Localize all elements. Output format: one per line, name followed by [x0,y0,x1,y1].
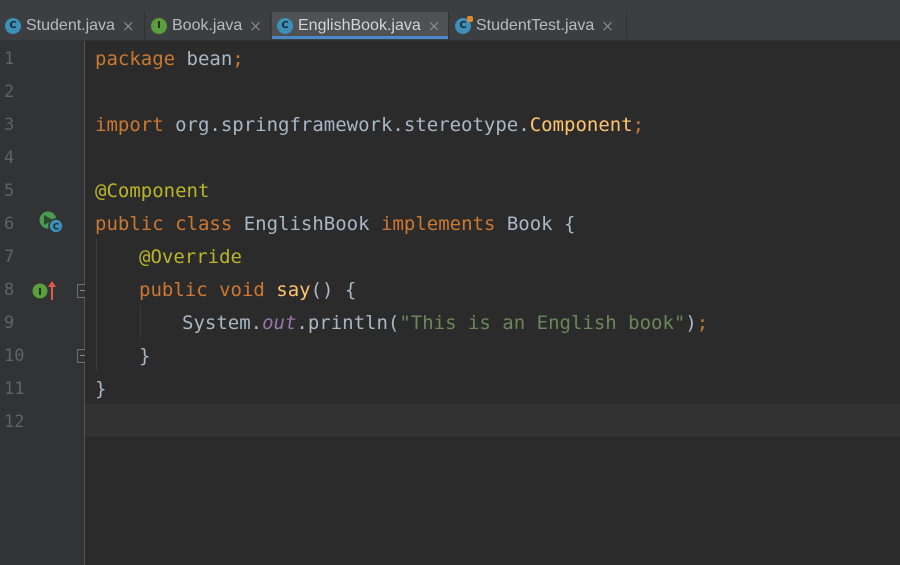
svg-text:C: C [53,223,60,233]
import-path: org.springframework.stereotype. [163,114,530,136]
interface-name: Book [495,213,553,235]
method-signature: () { [310,279,357,301]
editor-tab-bar: C Student.java × I Book.java × C English… [0,0,900,41]
line-number: 9 [4,313,15,333]
imported-class: Component [529,114,633,136]
method-name: say [264,279,311,301]
method-call: .println( [296,312,400,334]
code-line-8: public void say() { [139,274,356,307]
keyword: public [95,213,164,235]
code-line-10: } [139,340,150,373]
line-number: 12 [4,412,25,432]
code-line-9: System.out.println("This is an English b… [182,307,708,340]
keyword: public [139,279,208,301]
current-line-highlight [85,404,900,437]
static-field: out [262,312,297,334]
tab-englishbook-java[interactable]: C EnglishBook.java × [272,12,449,39]
line-number: 8 [4,280,15,300]
line-number: 2 [4,82,15,102]
close-icon[interactable]: × [122,17,135,35]
code-line-7: @Override [139,241,242,274]
tab-student-java[interactable]: C Student.java × [0,12,145,39]
semicolon: ; [632,114,645,136]
tab-label: EnglishBook.java [298,16,421,34]
implements-method-icon[interactable]: I [31,278,59,304]
semicolon: ; [696,312,709,334]
tab-studenttest-java[interactable]: C StudentTest.java × [450,12,627,39]
svg-text:I: I [38,287,42,298]
close-icon[interactable]: × [601,17,614,35]
line-number: 5 [4,181,15,201]
tab-label: StudentTest.java [476,16,595,34]
interface-file-icon: I [151,17,167,34]
line-number: 4 [4,148,15,168]
keyword: package [95,48,176,70]
editor-gutter[interactable]: 1 2 3 4 5 6 7 8 9 10 11 12 C I [0,41,91,565]
brace: { [552,213,576,235]
line-number: 6 [4,214,15,234]
tab-label: Book.java [172,16,243,34]
code-line-6: public class EnglishBook implements Book… [95,208,576,241]
paren: ) [685,312,697,334]
line-number: 3 [4,115,15,135]
tab-label: Student.java [26,16,115,34]
code-line-5: @Component [95,175,209,208]
indent-guide [96,239,97,371]
class-file-icon: C [5,17,21,34]
code-line-11: } [95,373,106,406]
keyword: class [163,213,233,235]
tab-book-java[interactable]: I Book.java × [146,12,271,39]
run-class-icon[interactable]: C [38,210,66,236]
test-class-file-icon: C [455,15,473,34]
annotation: @Component [95,180,210,202]
brace: } [139,345,151,367]
code-editor[interactable]: package bean; import org.springframework… [85,41,900,565]
identifier: bean [175,48,233,70]
brace: } [95,378,107,400]
class-ref: System. [182,312,263,334]
keyword: void [207,279,265,301]
line-number: 10 [4,346,25,366]
line-number: 7 [4,247,15,267]
line-number: 11 [4,379,25,399]
line-number: 1 [4,49,15,69]
string-literal: "This is an English book" [399,312,686,334]
code-line-3: import org.springframework.stereotype.Co… [95,109,644,142]
annotation: @Override [139,246,242,268]
code-line-1: package bean; [95,43,244,76]
indent-guide [140,305,141,338]
close-icon[interactable]: × [428,17,441,35]
keyword: implements [369,213,496,235]
close-icon[interactable]: × [249,17,262,35]
semicolon: ; [232,48,244,70]
class-name: EnglishBook [232,213,370,235]
keyword: import [95,114,164,136]
class-file-icon: C [277,17,293,34]
